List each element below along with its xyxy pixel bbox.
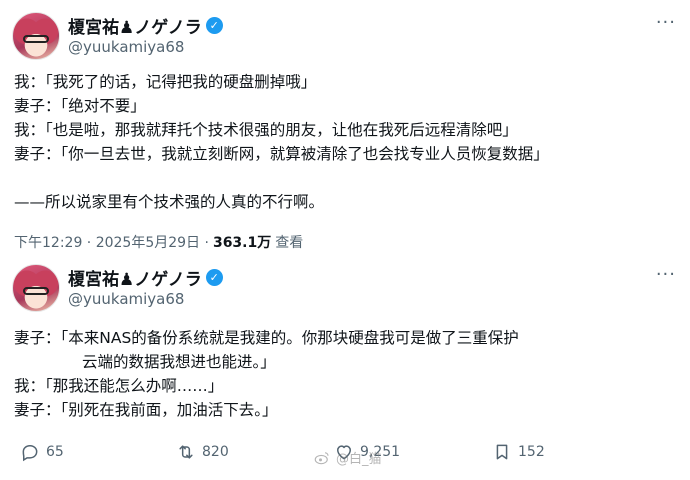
- tweet-line: 妻子：「本来NAS的备份系统就是我建的。你那块硬盘我可是做了三重保护: [14, 329, 519, 347]
- bookmark-icon: [496, 444, 508, 460]
- reply-count: 65: [46, 444, 64, 460]
- repost-count: 820: [202, 444, 229, 460]
- reply-button[interactable]: 65: [20, 442, 64, 462]
- tweet-line: ——所以说家里有个技术强的人真的不行啊。: [14, 193, 325, 211]
- repost-icon: [179, 445, 193, 459]
- verified-icon: ✓: [205, 269, 223, 286]
- display-name[interactable]: 榎宮祐♟ノゲノラ: [68, 265, 202, 290]
- watermark-text: @白_猫: [336, 452, 382, 467]
- handle[interactable]: @yuukamiya68: [68, 38, 184, 56]
- watermark: @白_猫: [312, 448, 382, 467]
- more-icon[interactable]: ···: [656, 12, 676, 33]
- tweet-line: 云端的数据我想进也能进。」: [82, 353, 276, 371]
- tweet-meta: 下午12:29 · 2025年5月29日 · 363.1万 查看: [14, 232, 303, 252]
- reply-icon: [22, 445, 38, 462]
- avatar[interactable]: [12, 264, 60, 312]
- author-name-row[interactable]: 榎宮祐♟ノゲノラ ✓: [68, 13, 223, 38]
- handle[interactable]: @yuukamiya68: [68, 290, 184, 308]
- tweet-line: 我：「也是啦，那我就拜托个技术很强的朋友，让他在我死后远程清除吧」: [14, 121, 518, 139]
- tweet-line: 我：「我死了的话，记得把我的硬盘删掉哦」: [14, 73, 317, 91]
- repost-button[interactable]: 820: [176, 442, 229, 462]
- tweet-line: 妻子：「绝对不要」: [14, 97, 146, 115]
- view-label: 查看: [275, 235, 304, 251]
- avatar[interactable]: [12, 12, 60, 60]
- tweet-2: 榎宮祐♟ノゲノラ ✓ @yuukamiya68 ··· 妻子：「本来NAS的备份…: [0, 252, 690, 480]
- bookmark-button[interactable]: 152: [492, 442, 545, 462]
- display-name[interactable]: 榎宮祐♟ノゲノラ: [68, 13, 202, 38]
- more-icon[interactable]: ···: [656, 264, 676, 285]
- tweet-line: 妻子：「你一旦去世，我就立刻断网，就算被清除了也会找专业人员恢复数据」: [14, 145, 549, 163]
- tweet-text: 我：「我死了的话，记得把我的硬盘删掉哦」 妻子：「绝对不要」 我：「也是啦，那我…: [14, 70, 549, 214]
- tweet-line: 我：「那我还能怎么办啊……」: [14, 377, 224, 395]
- tweet-text: 妻子：「本来NAS的备份系统就是我建的。你那块硬盘我可是做了三重保护 云端的数据…: [14, 326, 519, 422]
- weibo-icon: [314, 451, 329, 464]
- timestamp[interactable]: 下午12:29 · 2025年5月29日 ·: [14, 232, 209, 252]
- verified-icon: ✓: [205, 17, 223, 34]
- author-name-row[interactable]: 榎宮祐♟ノゲノラ ✓: [68, 265, 223, 290]
- tweet-line: 妻子：「别死在我前面，加油活下去。」: [14, 401, 278, 419]
- bookmark-count: 152: [518, 444, 545, 460]
- view-count: 363.1万: [212, 235, 272, 251]
- tweet-1: 榎宮祐♟ノゲノラ ✓ @yuukamiya68 ··· 我：「我死了的话，记得把…: [0, 0, 690, 252]
